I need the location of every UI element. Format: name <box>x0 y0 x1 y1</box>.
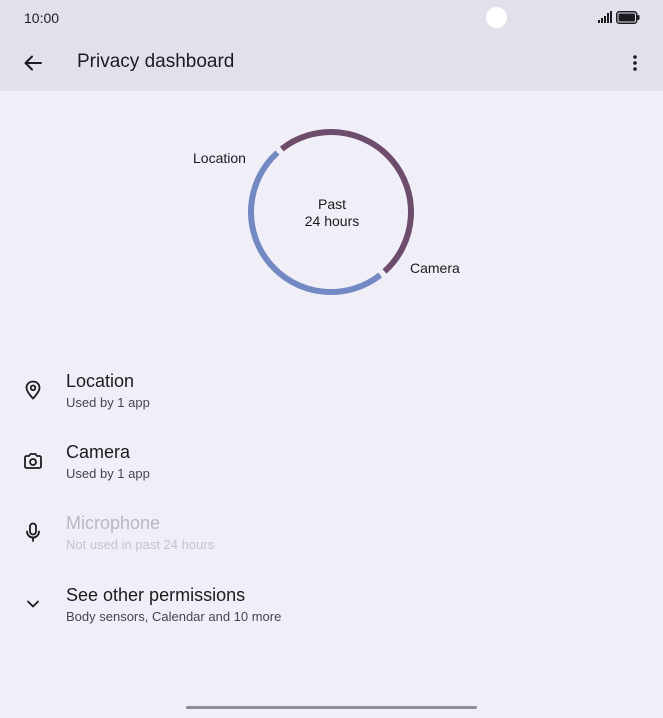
chart-center-line-1: Past <box>317 196 346 212</box>
permission-item-camera[interactable]: Camera Used by 1 app <box>0 442 663 502</box>
chevron-down-icon <box>22 593 44 615</box>
location-pin-icon <box>22 379 44 401</box>
chart-center-text: Past 24 hours <box>282 196 382 230</box>
permission-subtitle: Used by 1 app <box>66 466 150 481</box>
back-button[interactable] <box>18 48 48 78</box>
more-options-button[interactable] <box>622 48 648 78</box>
chart-label-camera: Camera <box>410 260 460 276</box>
chart-center-line-2: 24 hours <box>304 213 360 229</box>
more-vert-icon <box>633 55 637 71</box>
arrow-left-icon <box>24 55 42 71</box>
permission-title: See other permissions <box>66 585 246 605</box>
app-bar: Privacy dashboard <box>0 36 663 91</box>
camera-icon <box>22 450 44 472</box>
permission-title: Location <box>66 371 135 391</box>
permission-title: Microphone <box>66 513 161 533</box>
status-bar: 10:00 <box>0 0 663 36</box>
permission-subtitle: Not used in past 24 hours <box>66 537 215 552</box>
permission-title: Camera <box>66 442 131 462</box>
permission-item-microphone[interactable]: Microphone Not used in past 24 hours <box>0 513 663 573</box>
microphone-icon <box>22 521 44 543</box>
page-title: Privacy dashboard <box>77 51 235 72</box>
permission-subtitle: Body sensors, Calendar and 10 more <box>66 609 282 624</box>
battery-icon <box>616 11 640 24</box>
permission-subtitle: Used by 1 app <box>66 395 150 410</box>
usage-ring-chart: Location Camera Past 24 hours <box>0 91 663 351</box>
chart-label-location: Location <box>193 150 246 166</box>
permission-item-location[interactable]: Location Used by 1 app <box>0 371 663 431</box>
home-indicator[interactable] <box>186 706 477 709</box>
status-time: 10:00 <box>24 10 60 26</box>
signal-icon <box>598 11 612 23</box>
see-other-permissions-item[interactable]: See other permissions Body sensors, Cale… <box>0 585 663 645</box>
camera-cutout <box>486 7 507 28</box>
